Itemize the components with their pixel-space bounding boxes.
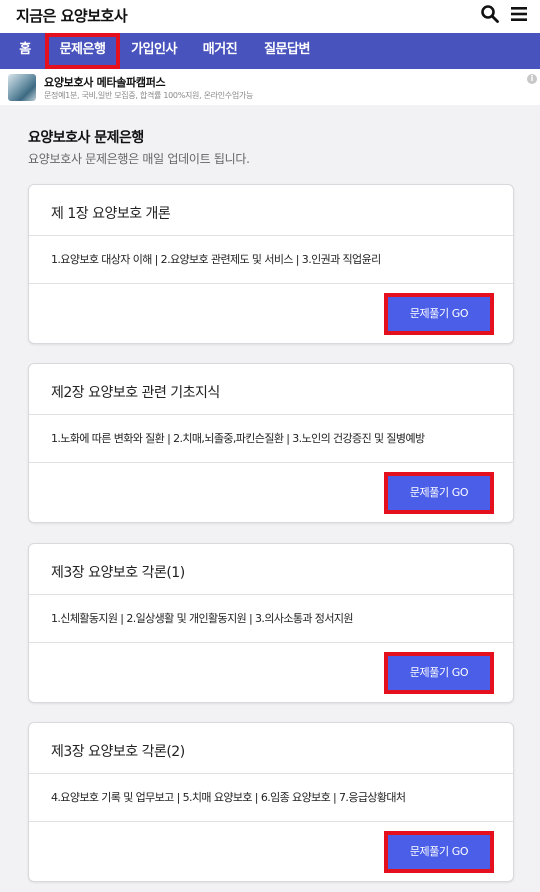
divider bbox=[29, 821, 513, 822]
chapter-title: 제3장 요양보호 각론(2) bbox=[51, 744, 185, 760]
nav-item-greetings[interactable]: 가입인사 bbox=[123, 33, 185, 69]
nav-item-qna[interactable]: 질문답변 bbox=[256, 33, 318, 69]
chapter-card: 제 1장 요양보호 개론 1.요양보호 대상자 이해 | 2.요양보호 관련제도… bbox=[28, 184, 514, 344]
divider bbox=[29, 594, 513, 595]
page-title: 요양보호사 문제은행 bbox=[28, 130, 144, 146]
ad-banner[interactable]: 요양보호사 메타솔파캠퍼스 문정예1분, 국비,일반 모집중, 합격률 100%… bbox=[0, 69, 540, 105]
chapter-topics: 1.노화에 따른 변화와 질환 | 2.치매,뇌졸중,파킨슨질환 | 3.노인의… bbox=[51, 432, 425, 445]
ad-description: 문정예1분, 국비,일반 모집중, 합격률 100%지원, 온라인수업가능 bbox=[44, 91, 254, 100]
chapter-card: 제3장 요양보호 각론(2) 4.요양보호 기록 및 업무보고 | 5.치매 요… bbox=[28, 722, 514, 882]
top-bar: 지금은 요양보호사 bbox=[0, 0, 540, 33]
chapter-topics: 1.요양보호 대상자 이해 | 2.요양보호 관련제도 및 서비스 | 3.인권… bbox=[51, 253, 381, 266]
nav-item-home[interactable]: 홈 bbox=[10, 33, 40, 69]
chapter-title: 제3장 요양보호 각론(1) bbox=[51, 565, 185, 581]
divider bbox=[29, 283, 513, 284]
app-title[interactable]: 지금은 요양보호사 bbox=[16, 5, 128, 26]
main-nav: 홈 문제은행 가입인사 매거진 질문답변 bbox=[0, 33, 540, 69]
info-icon[interactable]: i bbox=[527, 74, 537, 84]
chapter-card: 제2장 요양보호 관련 기초지식 1.노화에 따른 변화와 질환 | 2.치매,… bbox=[28, 363, 514, 523]
solve-problems-button[interactable]: 문제풀기 GO bbox=[384, 472, 494, 514]
nav-item-question-bank[interactable]: 문제은행 bbox=[45, 33, 120, 69]
ad-title[interactable]: 요양보호사 메타솔파캠퍼스 bbox=[44, 74, 166, 90]
solve-problems-button[interactable]: 문제풀기 GO bbox=[384, 831, 494, 873]
nav-item-magazine[interactable]: 매거진 bbox=[194, 33, 246, 69]
solve-problems-button[interactable]: 문제풀기 GO bbox=[384, 652, 494, 694]
chapter-title: 제2장 요양보호 관련 기초지식 bbox=[51, 385, 220, 401]
chapter-title: 제 1장 요양보호 개론 bbox=[51, 206, 171, 222]
page-subtitle: 요양보호사 문제은행은 매일 업데이트 됩니다. bbox=[28, 152, 250, 166]
divider bbox=[29, 773, 513, 774]
hamburger-menu-icon[interactable] bbox=[509, 4, 529, 24]
ad-thumbnail bbox=[8, 74, 36, 101]
divider bbox=[29, 462, 513, 463]
chapter-topics: 1.신체활동지원 | 2.일상생활 및 개인활동지원 | 3.의사소통과 정서지… bbox=[51, 612, 354, 625]
chapter-topics: 4.요양보호 기록 및 업무보고 | 5.치매 요양보호 | 6.임종 요양보호… bbox=[51, 791, 406, 804]
divider bbox=[29, 642, 513, 643]
chapter-card: 제3장 요양보호 각론(1) 1.신체활동지원 | 2.일상생활 및 개인활동지… bbox=[28, 543, 514, 703]
solve-problems-button[interactable]: 문제풀기 GO bbox=[384, 293, 494, 335]
divider bbox=[29, 235, 513, 236]
search-icon[interactable] bbox=[480, 4, 500, 24]
divider bbox=[29, 414, 513, 415]
